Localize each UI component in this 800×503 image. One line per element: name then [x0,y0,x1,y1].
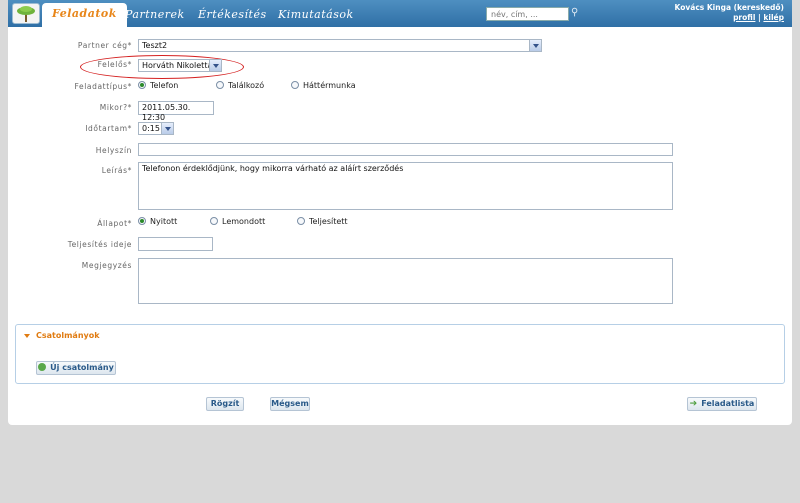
when-input[interactable]: 2011.05.30. 12:30 [138,101,214,122]
radio-icon[interactable] [216,81,224,89]
responsible-value: Horváth Nikoletta [142,61,213,70]
completion-label: Teljesítés ideje [67,240,132,249]
partner-select[interactable]: Teszt2 [138,39,542,52]
task-form-panel: Partner cég* Teszt2 Felelős* Horváth Nik… [8,27,792,425]
description-label: Leírás* [101,166,132,175]
tree-logo-icon[interactable] [12,3,40,24]
location-label: Helyszín [95,146,132,155]
logout-link[interactable]: kilép [763,13,784,22]
duration-label: Időtartam* [85,124,132,133]
note-textarea[interactable] [138,258,673,304]
top-nav-bar: Feladatok Partnerek Értékesítés Kimutatá… [8,0,792,27]
when-label: Mikor?* [99,103,132,112]
type-radio-telefon[interactable]: Telefon [138,81,178,91]
tab-kimutatasok[interactable]: Kimutatások [278,5,354,25]
status-label: Állapot* [97,219,132,228]
search-input[interactable] [486,7,569,21]
chevron-down-icon[interactable] [529,40,541,51]
type-radio-hattermunka[interactable]: Háttérmunka [291,81,356,91]
radio-icon[interactable] [297,217,305,225]
radio-selected-icon[interactable] [138,81,146,89]
note-label: Megjegyzés [81,261,132,270]
profile-link[interactable]: profil [733,13,755,22]
completion-input[interactable] [138,237,213,251]
partner-label: Partner cég* [77,41,132,50]
tab-partnerek[interactable]: Partnerek [125,5,185,25]
radio-icon[interactable] [291,81,299,89]
cancel-button[interactable]: Mégsem [270,397,310,411]
status-radio-lemondott[interactable]: Lemondott [210,217,265,227]
new-attachment-button[interactable]: Új csatolmány [36,361,116,375]
task-list-button[interactable]: ➔ Feladatlista [687,397,757,411]
user-info: Kovács Kinga (kereskedő) profil | kilép [675,3,784,23]
tab-ertekesites[interactable]: Értékesítés [198,5,267,25]
attachments-title[interactable]: Csatolmányok [36,331,100,340]
type-label: Feladattípus* [74,82,132,91]
chevron-down-icon[interactable] [161,123,173,134]
user-name: Kovács Kinga (kereskedő) [674,3,784,12]
responsible-select[interactable]: Horváth Nikoletta [138,59,222,72]
status-radio-teljesitett[interactable]: Teljesített [297,217,348,227]
radio-selected-icon[interactable] [138,217,146,225]
tab-feladatok[interactable]: Feladatok [42,3,127,27]
save-button[interactable]: Rögzít [206,397,244,411]
responsible-label: Felelős* [97,60,132,69]
collapse-caret-icon[interactable] [24,334,30,338]
status-radio-nyitott[interactable]: Nyitott [138,217,177,227]
search-icon[interactable]: ⚲ [571,6,583,20]
attachments-section: Csatolmányok Új csatolmány [15,324,785,384]
type-radio-talalkozo[interactable]: Találkozó [216,81,264,91]
arrow-right-icon: ➔ [689,399,698,409]
add-icon [38,363,47,371]
description-textarea[interactable]: Telefonon érdeklődjünk, hogy mikorra vár… [138,162,673,210]
location-input[interactable] [138,143,673,156]
duration-select[interactable]: 0:15 [138,122,174,135]
radio-icon[interactable] [210,217,218,225]
partner-value: Teszt2 [142,41,168,50]
chevron-down-icon[interactable] [209,60,221,71]
